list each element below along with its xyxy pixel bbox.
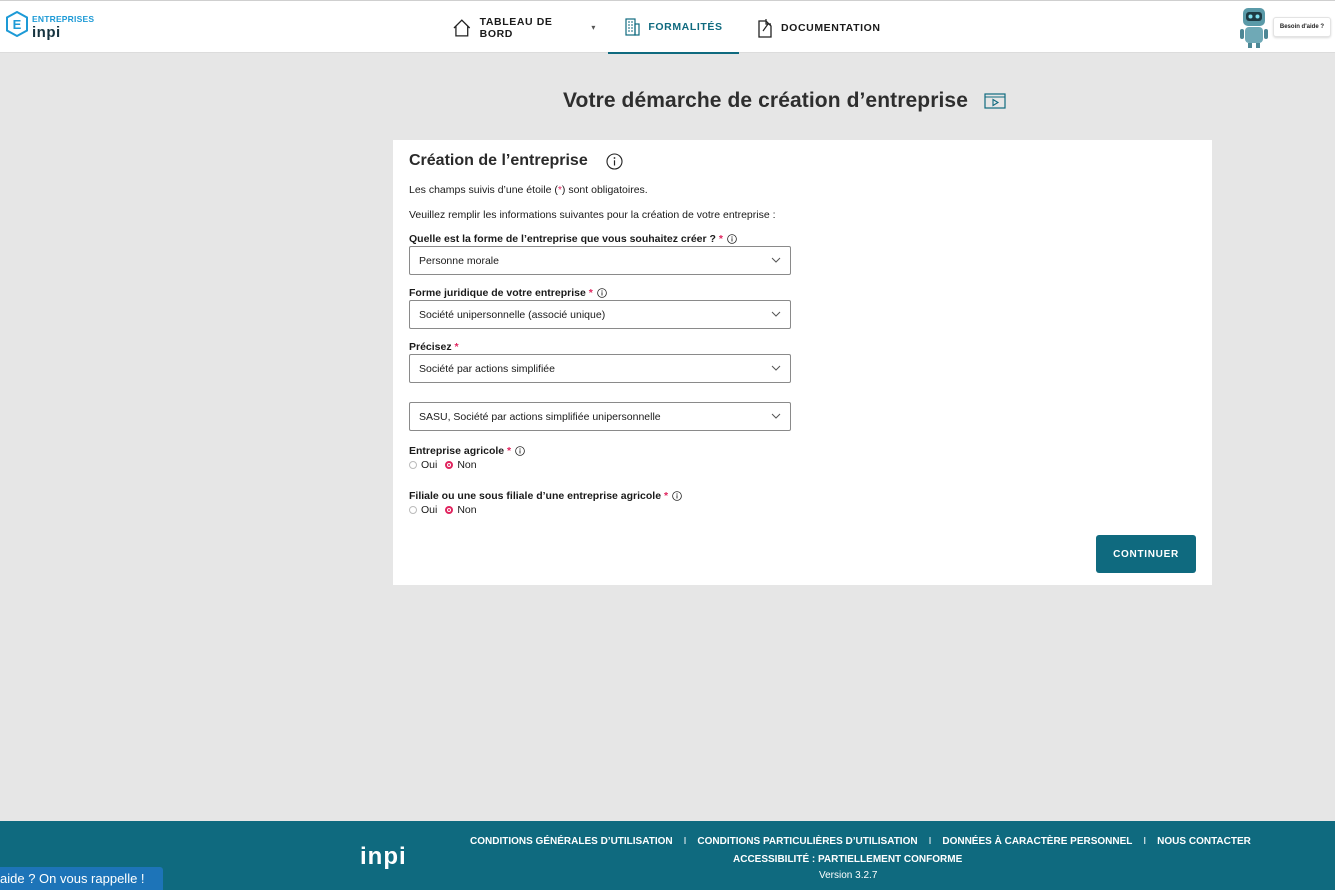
- top-header: E ENTREPRISES inpi TABLEAU DE BORD ▾ FOR…: [0, 0, 1335, 54]
- main-nav: TABLEAU DE BORD ▾ FORMALITÉS DOCUMENTATI…: [440, 1, 893, 54]
- document-icon: [758, 18, 772, 38]
- form-card: Création de l’entreprise Les champs suiv…: [393, 140, 1212, 585]
- footer: inpi CONDITIONS GÉNÉRALES D’UTILISATION …: [0, 821, 1335, 890]
- footer-link-cpu[interactable]: CONDITIONS PARTICULIÈRES D’UTILISATION: [697, 836, 917, 847]
- info-icon[interactable]: [606, 152, 623, 170]
- page-title: Votre démarche de création d’entreprise: [563, 89, 968, 112]
- agricole-non-radio[interactable]: Non: [445, 459, 477, 471]
- footer-link-cgu[interactable]: CONDITIONS GÉNÉRALES D’UTILISATION: [470, 836, 673, 847]
- radio-checked-icon: [445, 506, 454, 514]
- tab-formalites-label: FORMALITÉS: [648, 20, 723, 33]
- forme-juridique-label: Forme juridique de votre entreprise *: [409, 287, 607, 299]
- agricole-label: Entreprise agricole *: [409, 445, 525, 457]
- radio-unchecked-icon: [409, 461, 417, 469]
- logo-line2: inpi: [32, 23, 61, 41]
- footer-version: Version 3.2.7: [819, 870, 878, 881]
- info-icon[interactable]: [672, 491, 682, 501]
- footer-separator: I: [928, 836, 932, 847]
- required-note: Les champs suivis d’une étoile (*) sont …: [409, 184, 648, 196]
- footer-separator: I: [1143, 836, 1147, 847]
- chevron-down-icon: [771, 413, 781, 419]
- form-intro: Veuillez remplir les informations suivan…: [409, 209, 776, 221]
- form-title-block: Création de l’entreprise: [409, 152, 623, 170]
- building-icon: [625, 17, 640, 36]
- radio-unchecked-icon: [409, 506, 417, 514]
- video-tutorial-icon[interactable]: [984, 93, 1006, 109]
- robot-icon: [1239, 8, 1268, 48]
- footer-accessibility-link[interactable]: ACCESSIBILITÉ : PARTIELLEMENT CONFORME: [733, 854, 962, 865]
- logo[interactable]: E ENTREPRISES inpi: [6, 11, 94, 43]
- footer-link-contact[interactable]: NOUS CONTACTER: [1157, 836, 1251, 847]
- agricole-oui-radio[interactable]: Oui: [409, 459, 437, 471]
- footer-links: CONDITIONS GÉNÉRALES D’UTILISATION I CON…: [470, 836, 1251, 847]
- tab-tableau-de-bord[interactable]: TABLEAU DE BORD ▾: [440, 1, 608, 54]
- forme-juridique-select[interactable]: Société unipersonnelle (associé unique): [409, 300, 791, 329]
- page-title-block: Votre démarche de création d’entreprise: [563, 89, 1006, 113]
- tab-tableau-de-bord-label: TABLEAU DE BORD: [479, 15, 553, 40]
- chevron-down-icon: ▾: [591, 23, 596, 32]
- help-assistant[interactable]: Besoin d'aide ?: [1237, 6, 1331, 48]
- callback-button[interactable]: aide ? On vous rappelle !: [0, 867, 163, 890]
- footer-link-donnees[interactable]: DONNÉES À CARACTÈRE PERSONNEL: [942, 836, 1132, 847]
- info-icon[interactable]: [597, 288, 607, 298]
- footer-logo[interactable]: inpi: [360, 843, 407, 871]
- info-icon[interactable]: [515, 446, 525, 456]
- precisez-select[interactable]: Société par actions simplifiée: [409, 354, 791, 383]
- info-icon[interactable]: [727, 234, 737, 244]
- help-bubble[interactable]: Besoin d'aide ?: [1272, 17, 1331, 37]
- chevron-down-icon: [771, 257, 781, 263]
- forme-select[interactable]: Personne morale: [409, 246, 791, 275]
- radio-checked-icon: [445, 461, 454, 469]
- tab-documentation-label: DOCUMENTATION: [781, 21, 881, 34]
- tab-formalites[interactable]: FORMALITÉS: [608, 1, 739, 54]
- home-icon: [453, 18, 471, 36]
- precisez-label: Précisez *: [409, 341, 459, 353]
- filiale-oui-radio[interactable]: Oui: [409, 504, 437, 516]
- footer-separator: I: [683, 836, 687, 847]
- form-title: Création de l’entreprise: [409, 152, 588, 169]
- forme-label: Quelle est la forme de l’entreprise que …: [409, 233, 737, 245]
- tab-documentation[interactable]: DOCUMENTATION: [739, 1, 893, 54]
- filiale-label: Filiale ou une sous filiale d’une entrep…: [409, 490, 682, 502]
- sub-type-select[interactable]: SASU, Société par actions simplifiée uni…: [409, 402, 791, 431]
- agricole-radio-group: Oui Non: [409, 459, 485, 471]
- entreprises-logo-icon: E: [6, 11, 28, 37]
- chevron-down-icon: [771, 365, 781, 371]
- filiale-non-radio[interactable]: Non: [445, 504, 477, 516]
- svg-text:E: E: [13, 17, 22, 32]
- filiale-radio-group: Oui Non: [409, 504, 485, 516]
- continue-button[interactable]: CONTINUER: [1096, 535, 1196, 573]
- logo-line1: ENTREPRISES: [32, 14, 95, 24]
- chevron-down-icon: [771, 311, 781, 317]
